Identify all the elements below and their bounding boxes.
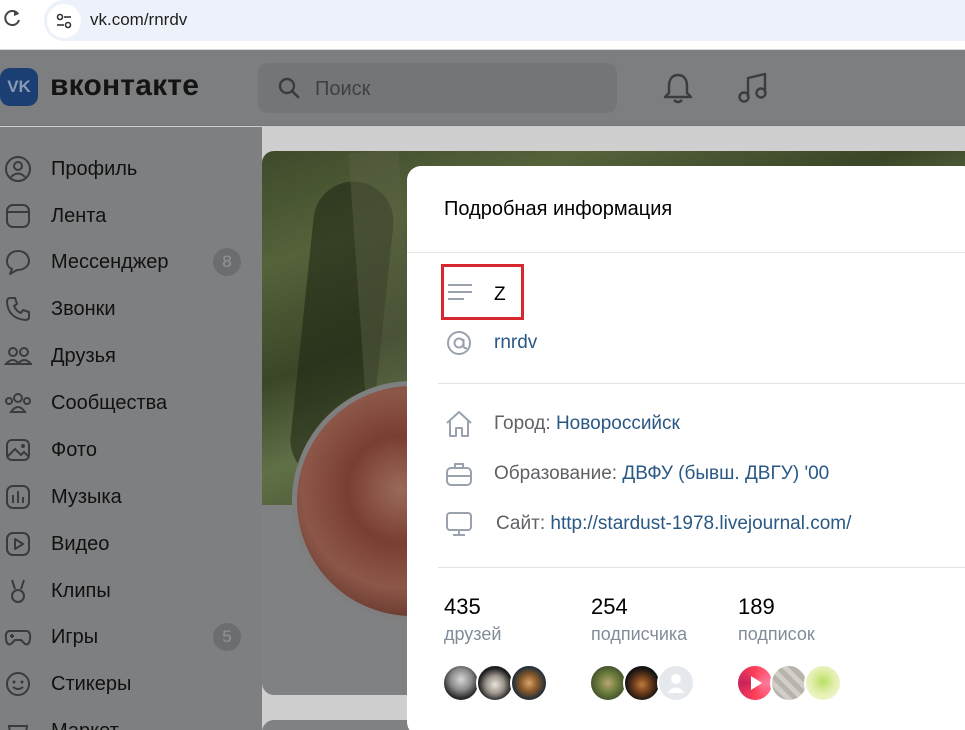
- username-link[interactable]: rnrdv: [494, 332, 537, 354]
- friends-icon: [4, 347, 32, 365]
- avatar[interactable]: [476, 664, 514, 702]
- divider: [407, 252, 965, 253]
- sidebar-item-photo[interactable]: Фото: [0, 428, 262, 468]
- city-label: Город:: [494, 413, 551, 434]
- avatar[interactable]: [770, 664, 808, 702]
- avatar[interactable]: [442, 664, 480, 702]
- sidebar-item-profile[interactable]: Профиль: [0, 147, 262, 187]
- followers-stat[interactable]: 254 подписчика: [591, 594, 687, 645]
- details-modal: Подробная информация Z rnrdv Город: Ново…: [407, 166, 965, 730]
- sidebar-item-feed[interactable]: Лента: [0, 194, 262, 234]
- browser-toolbar: vk.com/rnrdv: [0, 0, 965, 50]
- friends-count: 435: [444, 594, 481, 619]
- avatar[interactable]: [589, 664, 627, 702]
- monitor-icon: [446, 512, 472, 536]
- avatar[interactable]: [657, 664, 695, 702]
- brand-name[interactable]: вконтакте: [50, 69, 199, 103]
- games-icon: [4, 630, 32, 646]
- sidebar-item-label: Музыка: [51, 486, 122, 508]
- avatar[interactable]: [736, 664, 774, 702]
- education-link[interactable]: ДВФУ (бывш. ДВГУ) '00: [622, 463, 829, 484]
- search-input[interactable]: Поиск: [258, 63, 617, 113]
- url-text[interactable]: vk.com/rnrdv: [90, 10, 187, 30]
- sidebar-item-label: Друзья: [51, 345, 116, 367]
- divider: [438, 383, 965, 384]
- city-link[interactable]: Новороссийск: [556, 413, 680, 434]
- search-icon: [278, 77, 300, 99]
- vk-logo[interactable]: VK: [0, 68, 38, 106]
- subscriptions-avatars: [736, 664, 848, 702]
- sidebar-item-friends[interactable]: Друзья: [0, 334, 262, 374]
- friends-avatars: [442, 664, 552, 702]
- communities-icon: [5, 393, 31, 413]
- avatar[interactable]: [804, 664, 842, 702]
- photo-icon: [6, 439, 30, 461]
- sidebar-item-label: Звонки: [51, 298, 116, 320]
- site-link[interactable]: http://stardust-1978.livejournal.com/: [550, 513, 851, 534]
- sidebar-item-music[interactable]: Музыка: [0, 475, 262, 515]
- sidebar-item-label: Мессенджер: [51, 251, 169, 273]
- subscriptions-count: 189: [738, 594, 775, 619]
- avatar[interactable]: [510, 664, 548, 702]
- sidebar-item-label: Игры: [51, 626, 99, 648]
- sidebar-item-label: Клипы: [51, 580, 111, 602]
- friends-stat[interactable]: 435 друзей: [444, 594, 501, 645]
- followers-label: подписчика: [591, 624, 688, 644]
- profile-icon: [5, 156, 31, 182]
- followers-avatars: [589, 664, 699, 702]
- sidebar-item-label: Фото: [51, 439, 97, 461]
- at-icon: [447, 331, 471, 355]
- site-label: Сайт:: [496, 513, 546, 534]
- sidebar-item-stickers[interactable]: Стикеры: [0, 662, 262, 702]
- divider: [438, 567, 965, 568]
- avatar[interactable]: [623, 664, 661, 702]
- subscriptions-stat[interactable]: 189 подписок: [738, 594, 815, 645]
- sidebar-item-calls[interactable]: Звонки: [0, 287, 262, 327]
- sidebar-item-label: Сообщества: [51, 392, 168, 414]
- unread-badge: 8: [213, 248, 241, 276]
- education-label: Образование:: [494, 463, 618, 484]
- music-icon: [6, 485, 30, 509]
- sidebar-item-label: Маркет: [51, 720, 119, 730]
- briefcase-icon: [446, 463, 472, 486]
- site-settings-icon[interactable]: [47, 4, 81, 38]
- sidebar-item-label: Лента: [51, 205, 107, 227]
- music-icon[interactable]: [735, 70, 771, 106]
- vk-header: VK вконтакте Поиск: [0, 50, 965, 126]
- sidebar-item-communities[interactable]: Сообщества: [0, 381, 262, 421]
- followers-count: 254: [591, 594, 628, 619]
- reload-icon[interactable]: [4, 8, 22, 28]
- sidebar-item-games[interactable]: Игры 5: [0, 615, 262, 655]
- messenger-icon: [6, 250, 30, 275]
- sidebar-item-label: Стикеры: [51, 673, 132, 695]
- sidebar-item-messenger[interactable]: Мессенджер 8: [0, 240, 262, 280]
- stickers-icon: [6, 672, 30, 696]
- sidebar-item-label: Профиль: [51, 158, 138, 180]
- sidebar-item-label: Видео: [51, 533, 110, 555]
- sidebar-item-video[interactable]: Видео: [0, 522, 262, 562]
- video-icon: [6, 532, 30, 556]
- status-icon: [448, 284, 472, 300]
- market-icon: [7, 725, 29, 730]
- status-text: Z: [494, 284, 506, 305]
- feed-icon: [6, 204, 30, 228]
- sidebar: Профиль Лента Мессенджер 8 Звонки Друзья…: [0, 127, 262, 730]
- phone-icon: [6, 297, 30, 321]
- subscriptions-label: подписок: [738, 624, 815, 644]
- search-placeholder: Поиск: [315, 78, 371, 100]
- clips-icon: [11, 579, 25, 603]
- modal-title: Подробная информация: [444, 198, 673, 220]
- sidebar-item-market[interactable]: Маркет: [0, 709, 262, 730]
- friends-label: друзей: [444, 624, 502, 644]
- sidebar-item-clips[interactable]: Клипы: [0, 569, 262, 609]
- games-badge: 5: [213, 623, 241, 651]
- bell-icon[interactable]: [660, 70, 696, 106]
- home-icon: [446, 411, 472, 437]
